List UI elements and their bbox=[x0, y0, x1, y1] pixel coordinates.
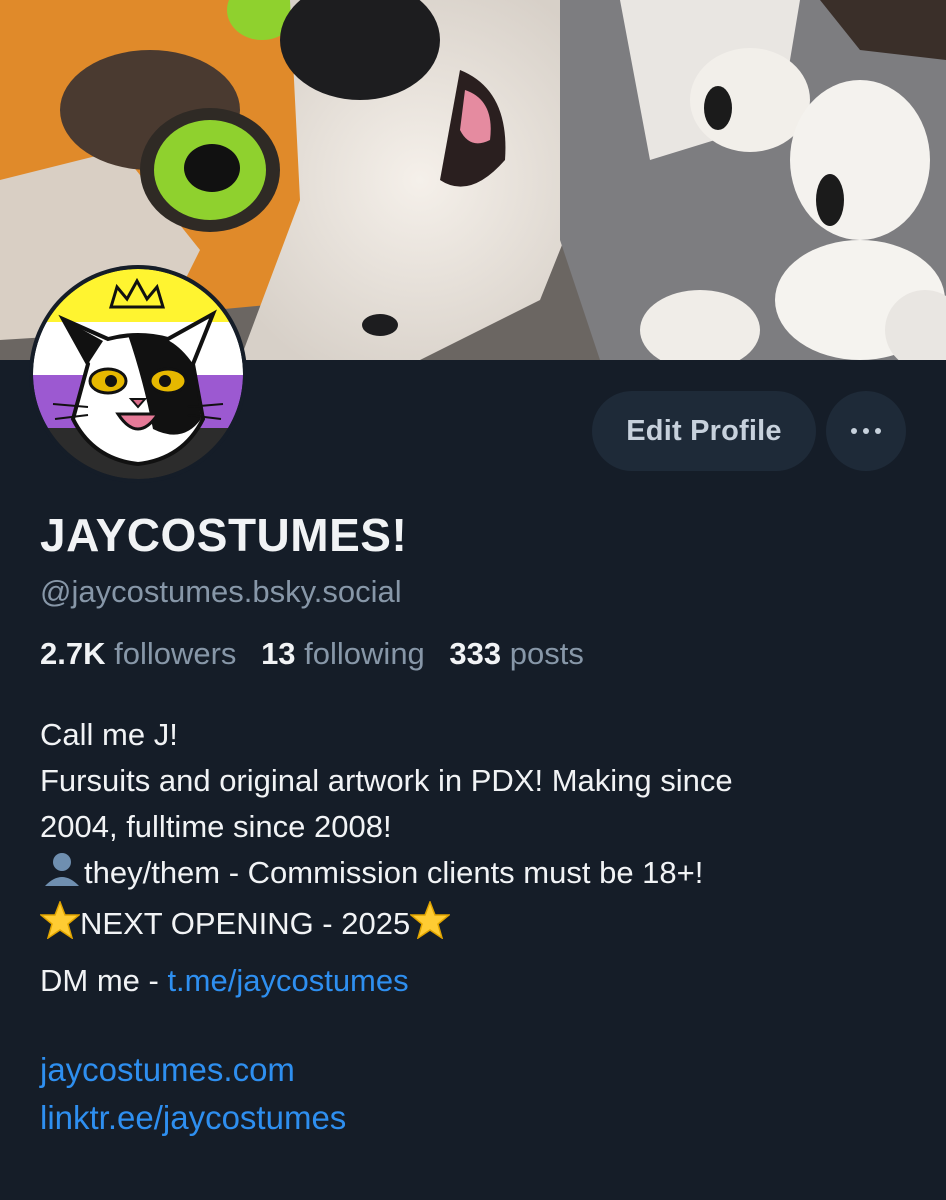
website-link[interactable]: jaycostumes.com bbox=[40, 1046, 346, 1094]
telegram-link[interactable]: t.me/jaycostumes bbox=[167, 963, 408, 998]
profile-page: Edit Profile JAYCOSTUMES! @jaycostumes.b… bbox=[0, 0, 946, 1200]
profile-links: jaycostumes.com linktr.ee/jaycostumes bbox=[40, 1046, 346, 1142]
bio-dm-prefix: DM me - bbox=[40, 963, 168, 998]
followers-label: followers bbox=[114, 636, 237, 671]
more-options-button[interactable] bbox=[826, 391, 906, 471]
following-label: following bbox=[304, 636, 425, 671]
bio-pronouns-text: they/them - Commission clients must be 1… bbox=[84, 855, 704, 890]
profile-bio: Call me J! Fursuits and original artwork… bbox=[38, 712, 920, 1004]
bio-line-opening: NEXT OPENING - 2025 bbox=[38, 899, 920, 952]
followers-count: 2.7K bbox=[40, 636, 106, 671]
profile-handle: @jaycostumes.bsky.social bbox=[40, 574, 402, 609]
bio-line: 2004, fulltime since 2008! bbox=[40, 809, 392, 844]
bio-opening-text: NEXT OPENING - 2025 bbox=[80, 906, 411, 941]
following-count: 13 bbox=[261, 636, 296, 671]
linktree-link[interactable]: linktr.ee/jaycostumes bbox=[40, 1094, 346, 1142]
bio-line: Fursuits and original artwork in PDX! Ma… bbox=[40, 763, 733, 798]
profile-avatar[interactable] bbox=[29, 265, 247, 483]
more-options-icon bbox=[848, 428, 884, 434]
posts-count: 333 bbox=[449, 636, 502, 671]
edit-profile-button[interactable]: Edit Profile bbox=[592, 391, 816, 471]
edit-profile-label: Edit Profile bbox=[626, 414, 782, 447]
bio-line-dm: DM me - t.me/jaycostumes bbox=[40, 958, 920, 1004]
person-silhouette-icon bbox=[40, 850, 84, 901]
bio-line-pronouns: they/them - Commission clients must be 1… bbox=[40, 850, 920, 901]
following-stat[interactable]: 13 following bbox=[261, 636, 425, 671]
star-emoji-icon bbox=[38, 899, 82, 952]
bio-line: Call me J! bbox=[40, 717, 178, 752]
posts-stat: 333 posts bbox=[449, 636, 583, 671]
posts-label: posts bbox=[509, 636, 584, 671]
star-emoji-icon bbox=[409, 899, 452, 952]
profile-stats: 2.7K followers 13 following 333 posts bbox=[40, 636, 600, 672]
display-name: JAYCOSTUMES! bbox=[40, 509, 408, 561]
followers-stat[interactable]: 2.7K followers bbox=[40, 636, 236, 671]
